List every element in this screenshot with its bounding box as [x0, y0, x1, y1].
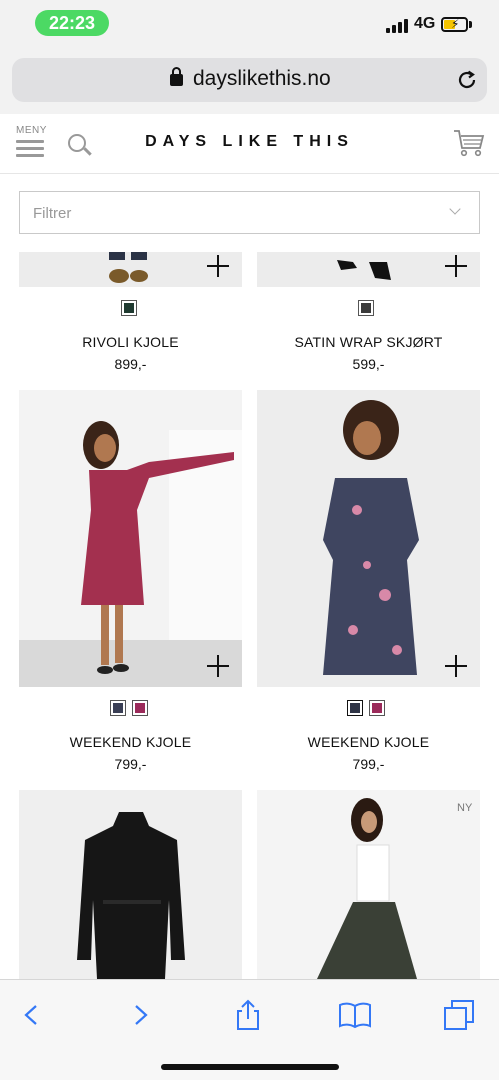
product-image[interactable]: [19, 790, 242, 979]
network-type: 4G: [414, 15, 436, 32]
product-name[interactable]: WEEKEND KJOLE: [19, 734, 242, 750]
product-price: 899,-: [114, 356, 147, 372]
color-swatches: [358, 300, 374, 316]
chevron-down-icon: [449, 203, 461, 215]
bookmarks-icon[interactable]: [338, 998, 372, 1032]
product-image[interactable]: [257, 252, 480, 287]
color-swatches: [347, 700, 385, 716]
signal-icon: [386, 17, 410, 33]
site-logo[interactable]: DAYS LIKE THIS: [0, 133, 499, 151]
color-swatch[interactable]: [358, 300, 374, 316]
forward-icon[interactable]: [124, 998, 158, 1032]
filter-placeholder: Filtrer: [33, 205, 72, 222]
battery-icon: ⚡: [441, 17, 468, 32]
share-icon[interactable]: [231, 998, 265, 1032]
battery-tip: [469, 21, 472, 28]
color-swatches: [110, 700, 148, 716]
home-indicator[interactable]: [161, 1064, 339, 1070]
reload-icon[interactable]: [456, 69, 478, 97]
color-swatch[interactable]: [121, 300, 137, 316]
color-swatches: [121, 300, 137, 316]
site-header: MENY DAYS LIKE THIS: [0, 114, 499, 174]
product-image[interactable]: [19, 390, 242, 687]
plus-icon[interactable]: [445, 255, 467, 277]
product-name[interactable]: RIVOLI KJOLE: [19, 334, 242, 350]
color-swatch[interactable]: [132, 700, 148, 716]
product-image[interactable]: [19, 252, 242, 287]
browser-address-area: dayslikethis.no: [0, 46, 499, 114]
plus-icon[interactable]: [207, 255, 229, 277]
lock-icon: [170, 67, 183, 86]
new-badge: NY: [457, 802, 473, 814]
product-name[interactable]: SATIN WRAP SKJØRT: [257, 334, 480, 350]
status-bar: 22:23 4G ⚡: [0, 0, 499, 46]
product-price: 799,-: [352, 756, 385, 772]
back-icon[interactable]: [14, 998, 48, 1032]
plus-icon[interactable]: [207, 655, 229, 677]
status-time: 22:23: [35, 10, 109, 36]
tabs-icon[interactable]: [442, 998, 476, 1032]
plus-icon[interactable]: [445, 655, 467, 677]
product-image[interactable]: [257, 390, 480, 687]
address-bar[interactable]: dayslikethis.no: [12, 58, 487, 102]
product-image[interactable]: NY: [257, 790, 480, 979]
url-text[interactable]: dayslikethis.no: [193, 67, 331, 91]
product-name[interactable]: WEEKEND KJOLE: [257, 734, 480, 750]
color-swatch[interactable]: [110, 700, 126, 716]
color-swatch[interactable]: [347, 700, 363, 716]
cart-icon[interactable]: [453, 128, 485, 158]
filter-select[interactable]: Filtrer: [19, 191, 480, 234]
color-swatch[interactable]: [369, 700, 385, 716]
product-price: 799,-: [114, 756, 147, 772]
product-price: 599,-: [352, 356, 385, 372]
